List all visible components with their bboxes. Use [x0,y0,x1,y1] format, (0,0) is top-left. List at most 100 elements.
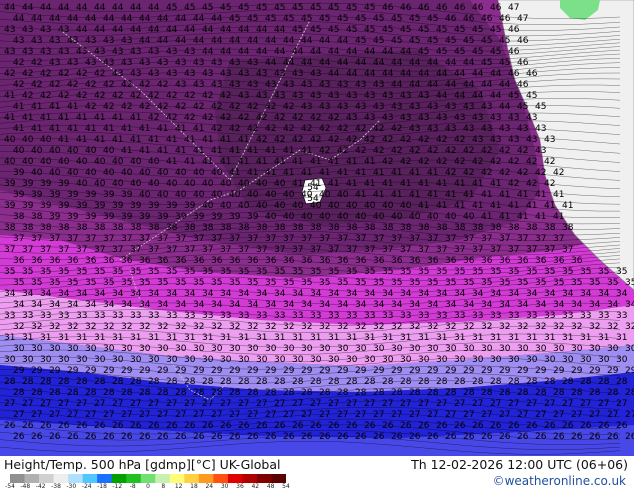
contour-value-label: 46 [517,80,529,90]
contour-value-label: 26 [121,432,133,442]
contour-value-label: 42 [436,157,447,167]
contour-value-label: 33 [418,311,429,321]
contour-value-label: 35 [139,278,150,288]
contour-value-label: 43 [40,47,51,57]
contour-value-label: 31 [166,333,177,343]
contour-value-label: 41 [49,102,60,112]
contour-value-label: 43 [49,58,60,68]
contour-value-label: 41 [247,168,258,178]
contour-value-label: 42 [346,135,357,145]
contour-value-label: 34 [454,289,466,299]
contour-value-label: 32 [121,322,132,332]
contour-value-label: 43 [364,113,375,123]
warm-spot-label: 54 [307,194,319,204]
contour-value-label: 43 [157,58,168,68]
contour-value-label: 41 [67,102,78,112]
contour-value-label: 28 [517,388,529,398]
contour-value-label: 32 [607,322,618,332]
contour-value-label: 41 [364,179,375,189]
contour-value-label: 28 [508,377,520,387]
contour-value-label: 34 [355,300,367,310]
contour-value-label: 38 [130,223,142,233]
contour-value-label: 34 [598,289,610,299]
contour-value-label: 42 [58,91,69,101]
contour-value-label: 42 [526,179,537,189]
contour-value-label: 30 [544,355,556,365]
contour-value-label: 31 [472,333,483,343]
contour-value-label: 45 [400,25,411,35]
contour-value-label: 44 [49,14,61,24]
contour-value-label: 32 [571,322,582,332]
contour-value-label: 34 [112,289,124,299]
contour-value-label: 42 [58,69,69,79]
contour-value-label: 43 [382,91,393,101]
contour-value-label: 27 [13,410,24,420]
contour-value-label: 34 [508,289,520,299]
color-scale-tick-label: 30 [220,483,229,490]
contour-value-label: 41 [175,124,186,134]
contour-value-label: 28 [85,388,97,398]
contour-value-label: 35 [562,267,573,277]
contour-value-label: 43 [472,135,483,145]
credit-link[interactable]: ©weatheronline.co.uk [493,474,626,488]
contour-value-label: 28 [175,388,187,398]
contour-value-label: 27 [472,399,483,409]
contour-value-label: 43 [508,113,519,123]
contour-value-label: 34 [382,289,394,299]
contour-value-label: 38 [238,223,250,233]
contour-value-label: 33 [256,311,267,321]
contour-value-label: 44 [238,47,250,57]
contour-value-label: 28 [409,388,421,398]
contour-value-label: 37 [319,234,330,244]
contour-value-label: 42 [202,113,213,123]
contour-value-label: 36 [571,256,583,266]
contour-value-label: 35 [427,278,438,288]
contour-value-label: 37 [229,234,240,244]
contour-value-label: 26 [607,432,619,442]
contour-value-label: 43 [427,124,438,134]
contour-value-label: 27 [508,399,519,409]
contour-value-label: 44 [202,47,214,57]
contour-value-label: 29 [193,366,205,376]
contour-value-label: 41 [553,190,564,200]
contour-value-label: 30 [445,344,457,354]
contour-value-label: 28 [328,377,340,387]
contour-value-label: 41 [4,113,15,123]
contour-value-label: 45 [391,36,402,46]
contour-value-label: 31 [328,333,339,343]
contour-value-label: 29 [517,366,529,376]
contour-value-label: 42 [328,113,339,123]
contour-value-label: 44 [283,58,295,68]
contour-value-label: 44 [463,80,475,90]
contour-value-label: 35 [85,278,96,288]
contour-value-label: 40 [13,146,25,156]
contour-value-label: 33 [436,311,447,321]
contour-value-label: 35 [58,267,69,277]
contour-value-label: 30 [238,355,250,365]
color-scale-tick-label: 8 [161,483,166,490]
contour-value-label: 40 [184,179,196,189]
contour-value-label: 26 [553,432,565,442]
contour-value-label: 41 [130,135,141,145]
contour-value-label: 40 [319,212,331,222]
contour-value-label: 28 [121,388,133,398]
contour-value-label: 43 [202,69,213,79]
contour-value-label: 30 [175,344,187,354]
contour-value-label: 40 [157,190,169,200]
contour-value-label: 42 [517,146,528,156]
contour-value-label: 43 [346,91,357,101]
contour-value-label: 43 [382,113,393,123]
contour-value-label: 29 [607,366,619,376]
contour-value-label: 38 [436,223,448,233]
color-scale-swatch [111,474,127,483]
contour-value-label: 41 [310,157,321,167]
contour-value-label: 41 [256,157,267,167]
contour-value-label: 38 [454,223,466,233]
contour-value-label: 30 [382,355,394,365]
contour-value-label: 38 [310,223,322,233]
contour-value-label: 28 [427,388,439,398]
contour-value-label: 42 [373,124,384,134]
contour-value-label: 28 [580,377,592,387]
contour-value-label: 40 [193,168,205,178]
contour-value-label: 41 [337,168,348,178]
